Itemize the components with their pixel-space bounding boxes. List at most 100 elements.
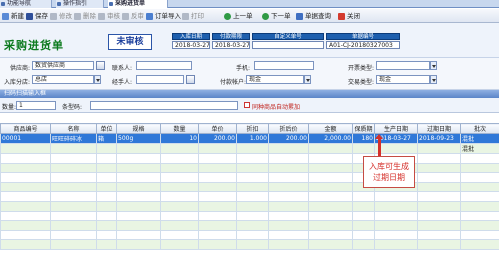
table-cell[interactable]: [160, 200, 199, 212]
table-cell[interactable]: [308, 153, 353, 164]
quantity-input[interactable]: 1: [16, 101, 56, 110]
table-cell[interactable]: 200.00: [268, 133, 309, 144]
supplier-picker-button[interactable]: [96, 61, 105, 70]
table-cell[interactable]: [160, 143, 199, 154]
table-cell[interactable]: [198, 229, 237, 241]
table-cell[interactable]: [0, 220, 51, 231]
table-cell[interactable]: [160, 239, 199, 250]
unapprove-button[interactable]: 反审: [122, 12, 144, 21]
table-cell[interactable]: [116, 210, 161, 222]
table-cell[interactable]: [352, 200, 375, 212]
col-header[interactable]: 单位: [96, 123, 117, 134]
table-row[interactable]: [0, 162, 499, 174]
table-cell[interactable]: [116, 162, 161, 174]
col-header[interactable]: 规格: [116, 123, 161, 134]
table-cell[interactable]: [460, 181, 499, 193]
table-row[interactable]: 混批: [0, 143, 499, 154]
col-header[interactable]: 金额: [308, 123, 353, 134]
table-cell[interactable]: [417, 162, 461, 174]
tab-function-nav[interactable]: 功能导航: [0, 0, 52, 8]
table-cell[interactable]: [308, 239, 353, 250]
table-cell[interactable]: [198, 153, 237, 164]
table-cell[interactable]: [0, 172, 51, 183]
table-cell[interactable]: [308, 220, 353, 231]
trade-type-select[interactable]: 现金: [376, 75, 430, 84]
table-cell[interactable]: [417, 172, 461, 183]
table-cell[interactable]: [374, 191, 418, 202]
table-cell[interactable]: [236, 200, 269, 212]
table-cell[interactable]: [96, 162, 117, 174]
payment-account-select[interactable]: 现金: [246, 75, 304, 84]
table-cell[interactable]: [308, 181, 353, 193]
table-cell[interactable]: [268, 220, 309, 231]
table-cell[interactable]: [308, 200, 353, 212]
table-cell[interactable]: [308, 191, 353, 202]
table-cell[interactable]: [96, 229, 117, 241]
table-cell[interactable]: [460, 220, 499, 231]
table-cell[interactable]: [374, 239, 418, 250]
payment-due-field[interactable]: 2018-03-27: [212, 41, 250, 49]
table-cell[interactable]: [268, 162, 309, 174]
table-cell[interactable]: [50, 143, 97, 154]
table-cell[interactable]: [268, 181, 309, 193]
table-cell[interactable]: [352, 229, 375, 241]
table-cell[interactable]: [160, 181, 199, 193]
table-cell[interactable]: [198, 191, 237, 202]
col-header[interactable]: 单价: [198, 123, 237, 134]
tab-purchase-order[interactable]: 采购进货单: [108, 0, 168, 8]
table-cell[interactable]: [0, 210, 51, 222]
table-row[interactable]: [0, 220, 499, 231]
chevron-down-icon[interactable]: [430, 61, 437, 70]
table-cell[interactable]: [0, 143, 51, 154]
table-cell[interactable]: [116, 191, 161, 202]
table-cell[interactable]: [268, 191, 309, 202]
table-cell[interactable]: [50, 210, 97, 222]
order-import-button[interactable]: 订单导入: [146, 12, 181, 21]
col-header[interactable]: 批次: [460, 123, 499, 134]
table-cell[interactable]: [352, 239, 375, 250]
table-cell[interactable]: [96, 191, 117, 202]
table-cell[interactable]: [460, 239, 499, 250]
table-cell[interactable]: [417, 181, 461, 193]
table-cell[interactable]: [268, 229, 309, 241]
inbound-date-field[interactable]: 2018-03-27: [172, 41, 210, 49]
table-cell[interactable]: [308, 143, 353, 154]
table-cell[interactable]: [417, 200, 461, 212]
table-cell[interactable]: [417, 220, 461, 231]
table-cell[interactable]: [460, 172, 499, 183]
table-cell[interactable]: [374, 210, 418, 222]
table-cell[interactable]: [236, 220, 269, 231]
table-cell[interactable]: [116, 153, 161, 164]
table-cell[interactable]: [268, 200, 309, 212]
table-cell[interactable]: 10: [160, 133, 199, 144]
table-cell[interactable]: [160, 162, 199, 174]
table-row[interactable]: [0, 210, 499, 222]
table-cell[interactable]: [96, 200, 117, 212]
table-cell[interactable]: [460, 229, 499, 241]
table-cell[interactable]: [50, 153, 97, 164]
table-cell[interactable]: [198, 143, 237, 154]
table-cell[interactable]: [417, 153, 461, 164]
col-header[interactable]: 折后价: [268, 123, 309, 134]
previous-button[interactable]: 上一单: [224, 12, 253, 21]
table-cell[interactable]: [198, 200, 237, 212]
col-header[interactable]: 折扣: [236, 123, 269, 134]
table-cell[interactable]: [236, 172, 269, 183]
table-cell[interactable]: [50, 229, 97, 241]
col-header[interactable]: 数量: [160, 123, 199, 134]
table-cell[interactable]: 旺旺碎碎冰: [50, 133, 97, 144]
table-cell[interactable]: [417, 191, 461, 202]
table-cell[interactable]: 箱: [96, 133, 117, 144]
table-cell[interactable]: [0, 153, 51, 164]
table-cell[interactable]: [352, 210, 375, 222]
table-cell[interactable]: 混批: [460, 133, 499, 144]
table-cell[interactable]: [116, 229, 161, 241]
table-cell[interactable]: [236, 181, 269, 193]
table-cell[interactable]: [198, 220, 237, 231]
table-cell[interactable]: [160, 220, 199, 231]
table-cell[interactable]: [417, 239, 461, 250]
table-cell[interactable]: [160, 229, 199, 241]
table-cell[interactable]: [0, 239, 51, 250]
supplier-field[interactable]: 数贸供应商: [32, 61, 94, 70]
chevron-down-icon[interactable]: [94, 75, 101, 84]
